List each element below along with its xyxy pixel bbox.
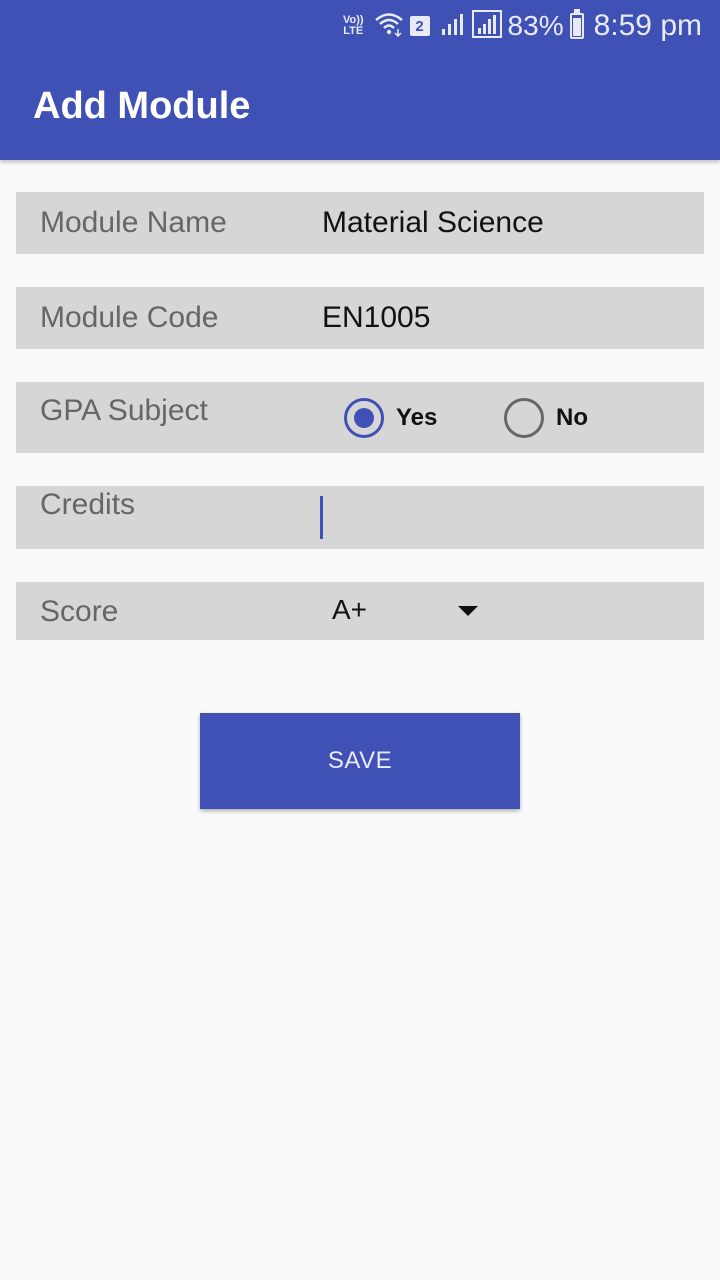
save-button[interactable]: SAVE xyxy=(200,713,520,809)
battery-percentage: 83% xyxy=(507,10,564,41)
module-name-label: Module Name xyxy=(40,206,227,239)
battery-fill xyxy=(572,17,581,36)
sim-two-icon: 2 xyxy=(409,16,430,36)
radio-checked-icon[interactable] xyxy=(344,398,384,438)
status-icons: Vo)) LTE 2 83% 8:59 pm xyxy=(343,8,702,44)
module-name-input[interactable]: Material Science xyxy=(322,206,544,240)
text-cursor xyxy=(320,496,323,539)
battery-icon xyxy=(569,9,584,39)
signal-sim1-icon xyxy=(440,11,466,42)
gpa-no-label: No xyxy=(556,404,588,431)
module-code-input[interactable]: EN1005 xyxy=(322,301,430,335)
credits-row: Credits xyxy=(16,486,704,549)
dropdown-arrow-icon[interactable] xyxy=(458,606,478,616)
page-title: Add Module xyxy=(33,85,251,127)
credits-label: Credits xyxy=(40,488,136,521)
module-name-row: Module Name Material Science xyxy=(16,192,704,254)
score-dropdown[interactable]: A+ xyxy=(332,594,367,626)
volte-bottom-text: LTE xyxy=(343,25,364,37)
wifi-icon xyxy=(374,11,404,42)
gpa-yes-radio[interactable]: Yes xyxy=(344,398,437,438)
radio-unchecked-icon[interactable] xyxy=(504,398,544,438)
gpa-subject-label: GPA Subject xyxy=(40,394,208,427)
module-code-label: Module Code xyxy=(40,301,219,334)
volte-icon: Vo)) LTE xyxy=(343,15,364,37)
gpa-yes-label: Yes xyxy=(396,404,438,431)
gpa-subject-row: GPA Subject Yes No xyxy=(16,382,704,453)
status-bar: Vo)) LTE 2 83% 8:59 pm xyxy=(0,0,720,52)
score-label: Score xyxy=(40,595,119,628)
module-code-row: Module Code EN1005 xyxy=(16,287,704,349)
score-row: Score A+ xyxy=(16,582,704,640)
signal-sim2-icon xyxy=(471,9,502,43)
app-bar: Vo)) LTE 2 83% 8:59 pm Add Module xyxy=(0,0,720,160)
clock: 8:59 pm xyxy=(593,9,702,42)
gpa-no-radio[interactable]: No xyxy=(504,398,588,438)
